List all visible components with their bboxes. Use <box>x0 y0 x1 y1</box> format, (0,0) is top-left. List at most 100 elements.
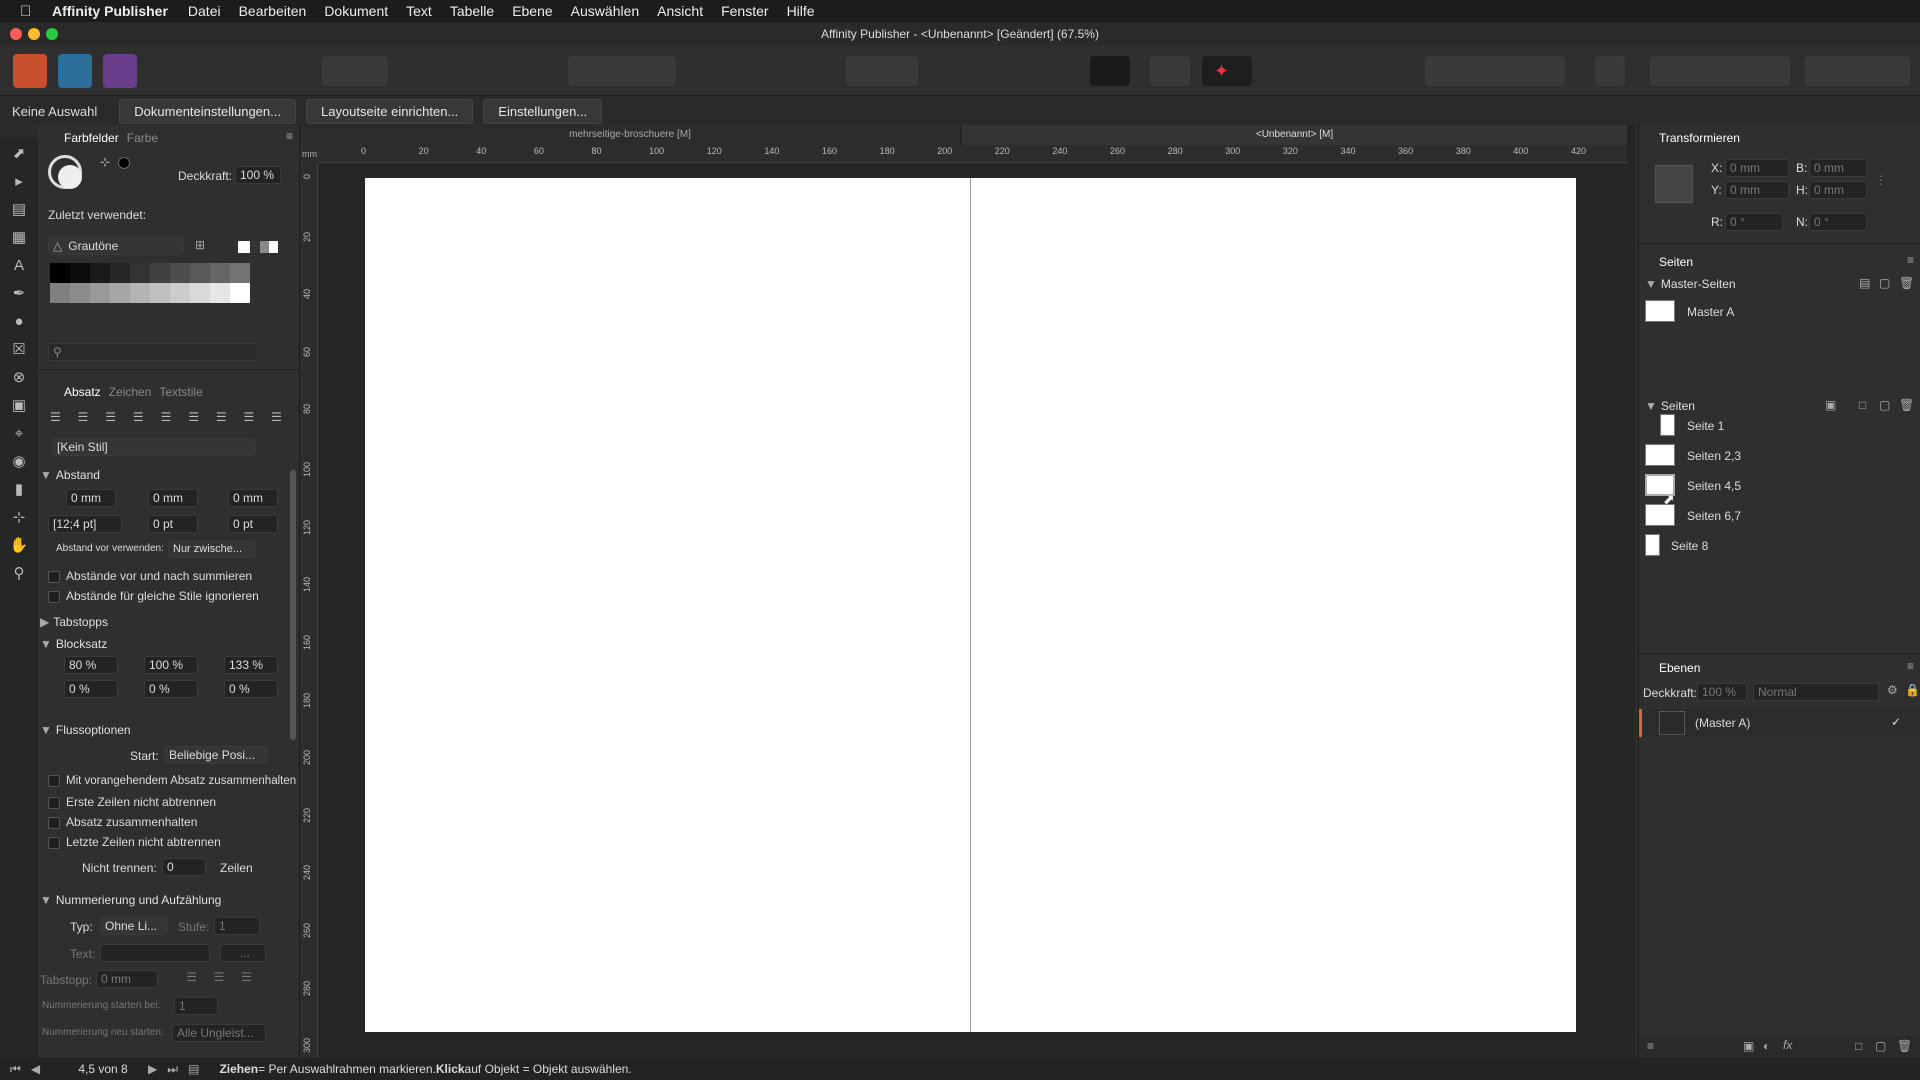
justify-left-icon[interactable]: ☰ <box>133 410 144 428</box>
artistic-text-tool-icon[interactable]: A <box>5 252 33 278</box>
view-mode-buttons[interactable] <box>568 56 676 86</box>
menu-tabelle[interactable]: Tabelle <box>450 3 494 19</box>
layer-opacity-field[interactable]: 100 % <box>1697 683 1747 701</box>
y-field[interactable]: 0 mm <box>1725 181 1789 199</box>
layout-page-button[interactable]: Layoutseite einrichten... <box>305 98 474 124</box>
transform-panel-title[interactable]: Transformieren <box>1659 131 1740 145</box>
horizontal-ruler[interactable]: 0 20 40 60 80 100 120 140 160 180 200 220 240 260 280 3… <box>318 145 1635 163</box>
align-away-spine-icon[interactable]: ☰ <box>271 410 282 428</box>
align-right-icon[interactable]: ☰ <box>105 410 116 428</box>
zoom-tool-icon[interactable]: ⚲ <box>5 560 33 586</box>
preview-mode-icon[interactable] <box>1090 56 1130 86</box>
node-tool-icon[interactable]: ▸ <box>5 168 33 194</box>
list-type-select[interactable]: Ohne Li... <box>100 917 168 935</box>
first-line-indent-field[interactable]: 0 mm <box>228 489 278 507</box>
swatch[interactable] <box>70 283 90 303</box>
section-abstand[interactable]: ▼ Abstand <box>40 468 100 482</box>
swatch[interactable] <box>150 263 170 283</box>
first-page-icon[interactable]: ⏮ <box>10 1062 21 1077</box>
delete-master-icon[interactable]: 🗑 <box>1899 276 1914 290</box>
swatch[interactable] <box>190 283 210 303</box>
arrange-buttons[interactable] <box>1425 56 1565 86</box>
layer-visible-checkbox[interactable]: ✓ <box>1891 715 1901 729</box>
justify-all-icon[interactable]: ☰ <box>216 410 227 428</box>
add-page-icon[interactable]: □ <box>1859 398 1866 412</box>
move-tool-icon[interactable]: ⬈ <box>5 140 33 166</box>
add-swatch-icon[interactable]: ⊞ <box>195 238 205 252</box>
no-widows-option[interactable]: Letzte Zeilen nicht abtrennen <box>48 835 221 849</box>
page-8-thumbnail[interactable] <box>1645 534 1660 556</box>
frame-text-tool-icon[interactable]: ▤ <box>5 196 33 222</box>
justify-right-icon[interactable]: ☰ <box>188 410 199 428</box>
height-field[interactable]: 0 mm <box>1809 181 1867 199</box>
swatch-search-input[interactable]: ⚲ <box>48 343 258 361</box>
letter-spacing-desired-field[interactable]: 0 % <box>144 680 198 698</box>
settings-button[interactable]: Einstellungen... <box>483 98 603 124</box>
pages-2-3-label[interactable]: Seiten 2,3 <box>1687 449 1741 463</box>
menu-text[interactable]: Text <box>406 3 432 19</box>
fill-tool-icon[interactable]: ◉ <box>5 448 33 474</box>
ignore-spacing-checkbox[interactable] <box>48 590 60 603</box>
list-align-center-icon[interactable]: ☰ <box>214 970 225 988</box>
add-master-icon[interactable]: ▤ <box>1859 276 1870 290</box>
baseline-grid-icon[interactable] <box>1150 56 1190 86</box>
page-1-thumbnail[interactable] <box>1660 414 1675 436</box>
keep-with-previous-checkbox[interactable] <box>48 775 60 787</box>
doc-tab-unbenannt[interactable]: <Unbenannt> [M] <box>962 125 1627 145</box>
pages-panel-menu-icon[interactable]: ≡ <box>1907 253 1914 267</box>
page-right[interactable] <box>971 178 1576 1032</box>
page-1-label[interactable]: Seite 1 <box>1687 419 1724 433</box>
no-orphans-option[interactable]: Erste Zeilen nicht abtrennen <box>48 795 216 809</box>
picture-frame-tool-icon[interactable]: ☒ <box>5 336 33 362</box>
list-text-field[interactable] <box>100 944 210 962</box>
prev-page-icon[interactable]: ◀ <box>31 1062 40 1076</box>
next-page-icon[interactable]: ▶ <box>148 1062 157 1076</box>
anchor-selector[interactable] <box>1655 165 1693 203</box>
align-center-icon[interactable]: ☰ <box>78 410 89 428</box>
list-align-left-icon[interactable]: ☰ <box>186 970 197 988</box>
close-window-button[interactable] <box>10 28 22 40</box>
fill-color-well[interactable] <box>58 165 82 189</box>
swatch[interactable] <box>210 283 230 303</box>
use-before-select[interactable]: Nur zwische... <box>168 540 256 558</box>
delete-layer-icon[interactable]: 🗑 <box>1897 1039 1912 1053</box>
space-before-field[interactable]: 0 pt <box>148 515 198 533</box>
swatch[interactable] <box>130 263 150 283</box>
crop-tool-icon[interactable]: ⌖ <box>5 420 33 446</box>
studio-link-icon[interactable] <box>322 56 388 86</box>
add-mask-icon[interactable]: ▣ <box>1743 1039 1754 1053</box>
snapping-magnet-icon[interactable]: ✦ <box>1202 56 1252 86</box>
letter-spacing-max-field[interactable]: 0 % <box>224 680 278 698</box>
master-pages-section[interactable]: ▼ Master-Seiten <box>1645 277 1736 291</box>
tab-absatz[interactable]: Absatz <box>60 385 105 399</box>
section-tabstopps[interactable]: ▶ Tabstopps <box>40 615 108 629</box>
section-flussoptionen[interactable]: ▼ Flussoptionen <box>40 723 131 737</box>
fx-icon[interactable]: fx <box>1783 1038 1792 1052</box>
place-image-tool-icon[interactable]: ▣ <box>5 392 33 418</box>
pin-buttons[interactable] <box>846 56 918 86</box>
start-at-field[interactable]: 1 <box>174 997 218 1015</box>
swatch[interactable] <box>110 263 130 283</box>
layers-panel-title[interactable]: Ebenen <box>1659 661 1700 675</box>
menu-dokument[interactable]: Dokument <box>324 3 388 19</box>
hand-tool-icon[interactable]: ✋ <box>5 532 33 558</box>
opacity-field[interactable]: 100 % <box>235 166 281 184</box>
word-spacing-desired-field[interactable]: 100 % <box>144 656 198 674</box>
master-a-thumbnail[interactable] <box>1645 300 1675 322</box>
word-spacing-min-field[interactable]: 80 % <box>64 656 118 674</box>
no-orphans-checkbox[interactable] <box>48 796 60 809</box>
x-field[interactable]: 0 mm <box>1725 159 1789 177</box>
document-settings-button[interactable]: Dokumenteinstellungen... <box>119 98 296 124</box>
delete-page-icon[interactable]: 🗑 <box>1899 398 1914 412</box>
color-picker-tool-icon[interactable]: ⊹ <box>5 504 33 530</box>
swatch[interactable] <box>150 283 170 303</box>
page-8-label[interactable]: Seite 8 <box>1671 539 1708 553</box>
black-color-dot[interactable] <box>118 157 130 169</box>
table-tool-icon[interactable]: ▦ <box>5 224 33 250</box>
menu-ebene[interactable]: Ebene <box>512 3 552 19</box>
blend-mode-select[interactable]: Normal <box>1753 683 1879 701</box>
page-left[interactable] <box>365 178 970 1032</box>
justify-center-icon[interactable]: ☰ <box>161 410 172 428</box>
shear-field[interactable]: 0 ° <box>1809 213 1867 231</box>
keep-with-previous-option[interactable]: Mit vorangehendem Absatz zusammenhalten <box>48 775 296 787</box>
